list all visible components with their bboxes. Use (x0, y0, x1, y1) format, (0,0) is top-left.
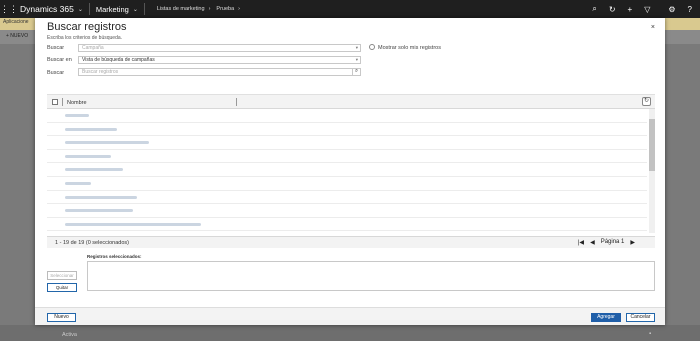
dropdown-arrow-icon: ▾ (355, 45, 358, 50)
row-name[interactable] (65, 127, 117, 131)
cancel-button[interactable]: Cancelar (626, 313, 655, 322)
entity-select: Campaña ▾ (78, 44, 361, 52)
dropdown-arrow-icon[interactable]: ▾ (356, 57, 358, 63)
column-header-nombre[interactable]: Nombre (67, 100, 87, 106)
row-name[interactable] (65, 141, 149, 145)
buscar-label: Buscar (47, 45, 65, 51)
chevron-down-icon[interactable]: ⌄ (78, 6, 83, 13)
chevron-down-icon[interactable]: ⌄ (133, 6, 138, 13)
table-row[interactable] (47, 123, 647, 137)
search-placeholder: Buscar registros (82, 69, 119, 75)
next-page-icon[interactable]: ▶ (630, 239, 635, 246)
column-divider[interactable] (236, 98, 237, 106)
add-icon[interactable]: + (628, 5, 633, 14)
buscar-en-label: Buscar en (47, 57, 72, 63)
previous-page-icon[interactable]: ◀ (590, 239, 595, 246)
dialog-footer: Nuevo Agregar Cancelar (35, 307, 665, 325)
status-footer (0, 325, 700, 341)
search-label: Buscar (47, 70, 65, 76)
search-icon[interactable]: ⌕ (352, 68, 360, 76)
remove-button[interactable]: Quitar (47, 283, 77, 292)
divider (143, 3, 145, 15)
view-select-value: Vista de búsqueda de campañas (82, 57, 155, 63)
entity-select-value: Campaña (82, 45, 104, 51)
history-icon[interactable]: ↻ (609, 5, 616, 14)
settings-icon[interactable]: ⚙ (668, 5, 675, 14)
breadcrumb-item[interactable]: Listas de marketing (157, 6, 205, 12)
add-button[interactable]: Agregar (591, 313, 621, 322)
app-name[interactable]: Dynamics 365 (20, 4, 74, 14)
divider (88, 3, 90, 15)
only-mine-label: Mostrar solo mis registros (378, 45, 441, 51)
top-navigation-bar: ⋮⋮ Dynamics 365 ⌄ Marketing ⌄ Listas de … (0, 0, 700, 18)
notification-text: Aplicacione (3, 19, 29, 25)
row-name[interactable] (65, 168, 123, 172)
table-row[interactable] (47, 204, 647, 218)
refresh-icon[interactable]: ↻ (642, 97, 651, 106)
new-button: + NUEVO (6, 33, 29, 39)
row-name[interactable] (65, 195, 137, 199)
chevron-right-icon: › (208, 6, 211, 12)
results-grid: Nombre ↻ (47, 94, 655, 234)
chevron-right-icon: › (238, 6, 240, 12)
table-row[interactable] (47, 136, 647, 150)
record-count: 1 - 19 de 19 (0 seleccionados) (55, 240, 129, 246)
table-row[interactable] (47, 163, 647, 177)
search-input[interactable]: Buscar registros ⌕ (78, 68, 361, 76)
module-name[interactable]: Marketing (96, 5, 129, 14)
breadcrumb-item[interactable]: Prueba (216, 6, 234, 12)
row-name[interactable] (65, 181, 91, 185)
select-all-checkbox[interactable] (52, 99, 58, 105)
selected-records-label: Registros seleccionados: (87, 254, 142, 259)
row-name[interactable] (65, 222, 201, 226)
grid-rows (47, 109, 647, 232)
only-mine-checkbox[interactable] (369, 44, 375, 50)
help-icon[interactable]: ? (688, 5, 692, 14)
table-row[interactable] (47, 109, 647, 123)
selected-records-list[interactable] (87, 261, 655, 291)
table-row[interactable] (47, 177, 647, 191)
table-row[interactable] (47, 218, 647, 232)
dialog-subtitle: Escriba los criterios de búsqueda. (47, 35, 123, 41)
row-name[interactable] (65, 209, 133, 213)
new-record-button[interactable]: Nuevo (47, 313, 76, 322)
table-row[interactable] (47, 191, 647, 205)
status-text: Activa (62, 332, 77, 338)
page-number: Página 1 (600, 239, 625, 245)
row-name[interactable] (65, 114, 89, 117)
scrollbar-thumb[interactable] (649, 119, 655, 171)
grid-pager: 1 - 19 de 19 (0 seleccionados) |◀ ◀ Pági… (47, 236, 655, 248)
column-divider (62, 98, 63, 106)
row-name[interactable] (65, 154, 111, 158)
grid-header: Nombre ↻ (47, 95, 655, 109)
view-select[interactable]: Vista de búsqueda de campañas ▾ (78, 56, 361, 64)
app-launcher-icon[interactable]: ⋮⋮ (0, 0, 18, 18)
lookup-dialog: Buscar registros Escriba los criterios d… (35, 18, 665, 325)
close-icon[interactable]: × (651, 24, 655, 31)
dialog-title: Buscar registros (47, 21, 127, 33)
first-page-icon[interactable]: |◀ (578, 239, 584, 246)
filter-icon[interactable]: ▽ (644, 5, 650, 14)
save-icon: ▪ (649, 331, 652, 337)
table-row[interactable] (47, 150, 647, 164)
select-button[interactable]: Seleccionar (47, 271, 77, 280)
search-icon[interactable]: ⌕ (592, 4, 596, 14)
